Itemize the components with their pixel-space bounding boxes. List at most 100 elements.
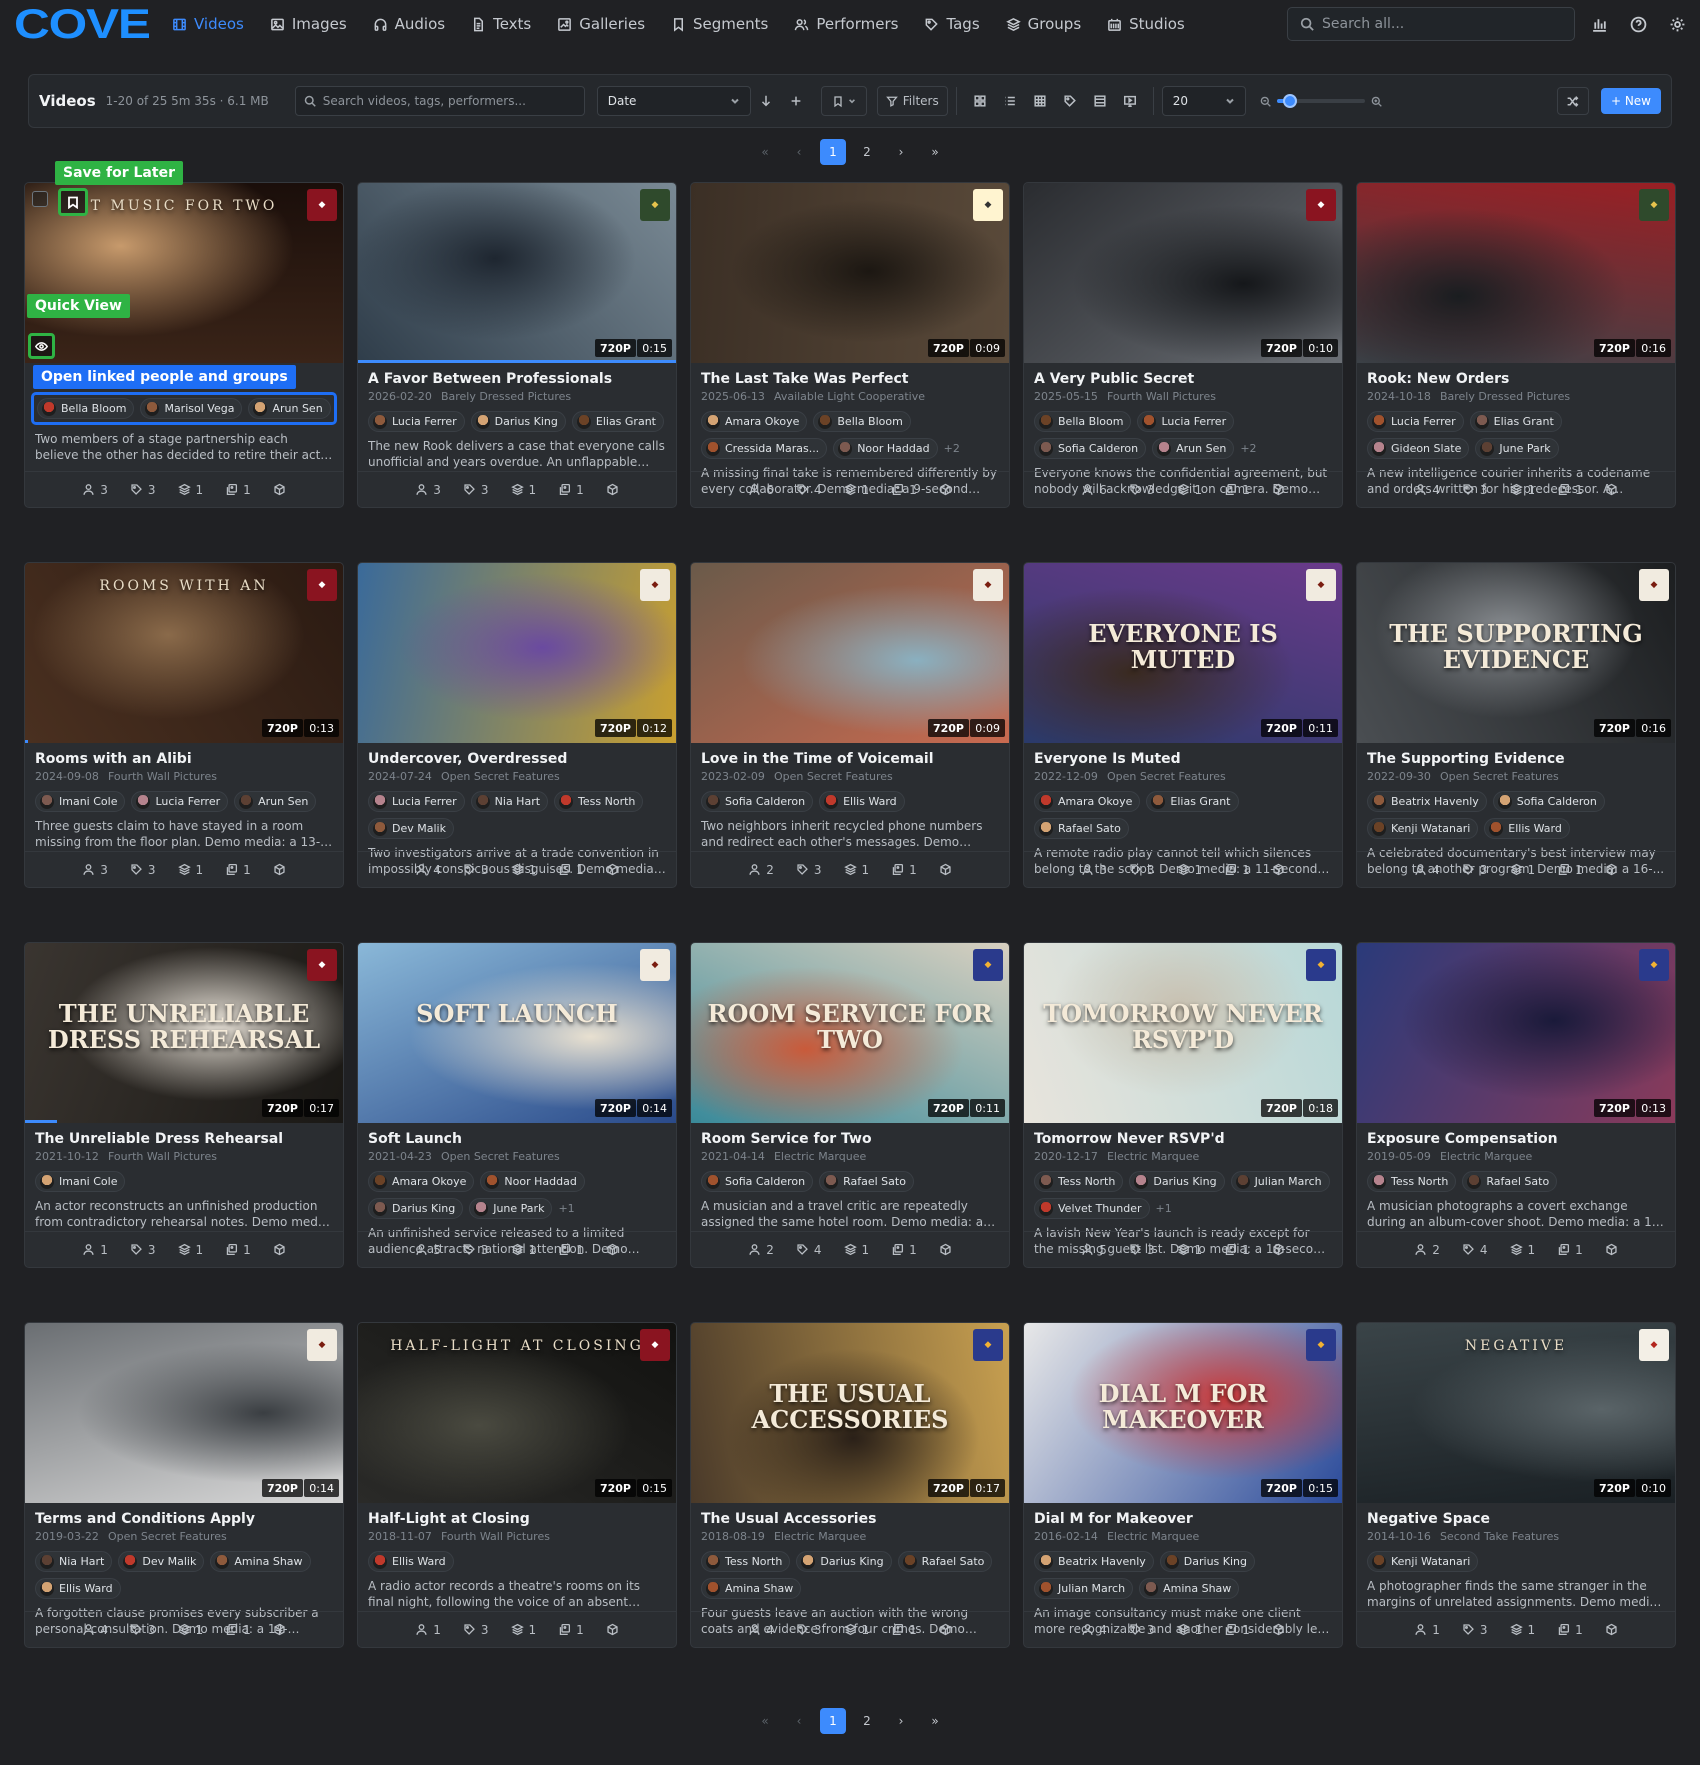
quick-view-button[interactable] [28,333,55,359]
performers-count[interactable]: 2 [1414,1243,1440,1257]
video-thumbnail[interactable]: ◆ 720P 0:09 [691,563,1009,743]
video-card[interactable]: ROOMS WITH AN ◆ 720P 0:13 Rooms with an Alib… [24,562,344,888]
video-card[interactable]: T MUSIC FOR TWO◆Exit Music for TwoBella … [24,161,344,508]
video-card[interactable]: ◆ 720P 0:12 Undercover, Overdressed 2024-07-… [357,562,677,888]
nav-galleries[interactable]: Galleries [557,15,645,33]
video-thumbnail[interactable]: NEGATIVE ◆ 720P 0:10 [1357,1323,1675,1503]
studio-stat[interactable] [273,483,286,496]
performer-chip[interactable]: Sofia Calderon [1492,791,1605,812]
video-card[interactable]: ROOM SERVICE FOR TWO ◆ 720P 0:11 Room Servic… [690,942,1010,1268]
studio-logo-icon[interactable]: ◆ [973,569,1003,601]
groups-count[interactable]: 1 [1509,863,1535,877]
studio-stat[interactable] [606,863,619,876]
performer-chip[interactable]: Amara Okoye [368,1171,475,1192]
studio-stat[interactable] [1605,1623,1618,1636]
view-wall-button[interactable] [1085,86,1115,116]
performer-chip[interactable]: Lucia Ferrer [1367,411,1464,432]
video-title[interactable]: The Unreliable Dress Rehearsal [35,1131,333,1147]
performer-chip[interactable]: Darius King [796,1551,892,1572]
first-page-button[interactable]: « [752,1708,778,1734]
performer-chip[interactable]: Sofia Calderon [1034,438,1147,459]
performer-chip[interactable]: Rafael Sato [1034,818,1129,839]
performer-chip[interactable]: Ellis Ward [819,791,905,812]
performers-count[interactable]: 1 [82,1243,108,1257]
performer-chip[interactable]: Darius King [1129,1171,1225,1192]
video-thumbnail[interactable]: ◆ 720P 0:14 [25,1323,343,1503]
performers-count[interactable]: 6 [748,483,774,497]
video-thumbnail[interactable]: ROOM SERVICE FOR TWO ◆ 720P 0:11 [691,943,1009,1123]
studio-logo-icon[interactable]: ◆ [640,1329,670,1361]
video-title[interactable]: Undercover, Overdressed [368,751,666,767]
performer-chip[interactable]: Imani Cole [35,791,126,812]
first-page-button[interactable]: « [752,139,778,165]
studio-stat[interactable] [273,1243,286,1256]
performer-chip[interactable]: Lucia Ferrer [1137,411,1235,432]
next-page-button[interactable]: › [888,1708,914,1734]
studio-stat[interactable] [1272,1623,1285,1636]
studio-logo-icon[interactable]: ◆ [973,949,1003,981]
performer-chip[interactable]: Rafael Sato [1462,1171,1558,1192]
performers-count[interactable]: 3 [82,863,108,877]
performer-chip[interactable]: Elias Grant [571,411,664,432]
performer-chip[interactable]: Darius King [368,1198,464,1219]
galleries-count[interactable]: 1 [1224,1623,1250,1637]
performer-chip[interactable]: Tess North [1034,1171,1124,1192]
performer-chip[interactable]: June Park [469,1198,553,1219]
zoom-slider[interactable] [1276,94,1365,108]
galleries-count[interactable]: 1 [225,1243,251,1257]
new-video-button[interactable]: + New [1600,88,1661,114]
performer-chip[interactable]: Lucia Ferrer [131,791,229,812]
video-title[interactable]: Love in the Time of Voicemail [701,751,999,767]
video-card[interactable]: ◆ 720P 0:15 A Favor Between Professionals 20… [357,182,677,508]
performer-chip[interactable]: Amina Shaw [1139,1578,1240,1599]
groups-count[interactable]: 1 [177,863,203,877]
video-title[interactable]: Room Service for Two [701,1131,999,1147]
groups-count[interactable]: 1 [1176,1623,1202,1637]
video-studio[interactable]: Available Light Cooperative [774,390,925,403]
groups-count[interactable]: 1 [177,483,203,497]
video-title[interactable]: Terms and Conditions Apply [35,1511,333,1527]
performer-chip[interactable]: Noor Haddad [833,438,938,459]
video-thumbnail[interactable]: ◆ 720P 0:15 [358,183,676,363]
groups-count[interactable]: 1 [843,483,869,497]
groups-count[interactable]: 1 [510,863,536,877]
performers-count[interactable]: 1 [415,1623,441,1637]
performer-chip[interactable]: Bella Bloom [813,411,911,432]
performer-chip[interactable]: Lucia Ferrer [368,411,465,432]
per-page-select[interactable]: 20 [1161,86,1246,116]
video-studio[interactable]: Open Secret Features [441,770,560,783]
video-card[interactable]: SOFT LAUNCH ◆ 720P 0:14 Soft Launch 2021-04-2… [357,942,677,1268]
video-search-input[interactable]: Search videos, tags, performers... [294,86,585,116]
performer-chip[interactable]: Arun Sen [234,791,317,812]
performer-chip[interactable]: Rafael Sato [819,1171,914,1192]
studio-logo-icon[interactable]: ◆ [1639,189,1669,221]
video-thumbnail[interactable]: T MUSIC FOR TWO ◆ [25,183,343,363]
studio-stat[interactable] [1605,863,1618,876]
video-card[interactable]: ◆ 720P 0:10 A Very Public Secret 2025-05-15 F… [1023,182,1343,508]
prev-page-button[interactable]: ‹ [786,139,812,165]
groups-count[interactable]: 1 [510,1243,536,1257]
performer-chip[interactable]: Tess North [1367,1171,1457,1192]
groups-count[interactable]: 1 [1509,483,1535,497]
performers-count[interactable]: 4 [415,863,441,877]
galleries-count[interactable]: 1 [891,483,917,497]
sort-select[interactable]: Date [596,86,751,116]
video-studio[interactable]: Second Take Features [1440,1530,1559,1543]
performers-count[interactable]: 4 [1414,863,1440,877]
shuffle-button[interactable] [1556,87,1589,115]
video-thumbnail[interactable]: HALF-LIGHT AT CLOSING ◆ 720P 0:15 [358,1323,676,1503]
studio-stat[interactable] [939,1623,952,1636]
tags-count[interactable]: 3 [130,1243,156,1257]
video-thumbnail[interactable]: ROOMS WITH AN ◆ 720P 0:13 [25,563,343,743]
performer-chip[interactable]: Lucia Ferrer [368,791,465,812]
video-studio[interactable]: Fourth Wall Pictures [1107,390,1216,403]
video-studio[interactable]: Open Secret Features [1440,770,1559,783]
studio-stat[interactable] [273,863,286,876]
nav-videos[interactable]: Videos [172,15,244,33]
video-studio[interactable]: Barely Dressed Pictures [1440,390,1570,403]
tags-count[interactable]: 3 [130,483,156,497]
galleries-count[interactable]: 1 [891,863,917,877]
view-grid-button[interactable] [965,86,995,116]
video-card[interactable]: HALF-LIGHT AT CLOSING ◆ 720P 0:15 Half-Light… [357,1322,677,1648]
tags-count[interactable]: 4 [796,483,822,497]
